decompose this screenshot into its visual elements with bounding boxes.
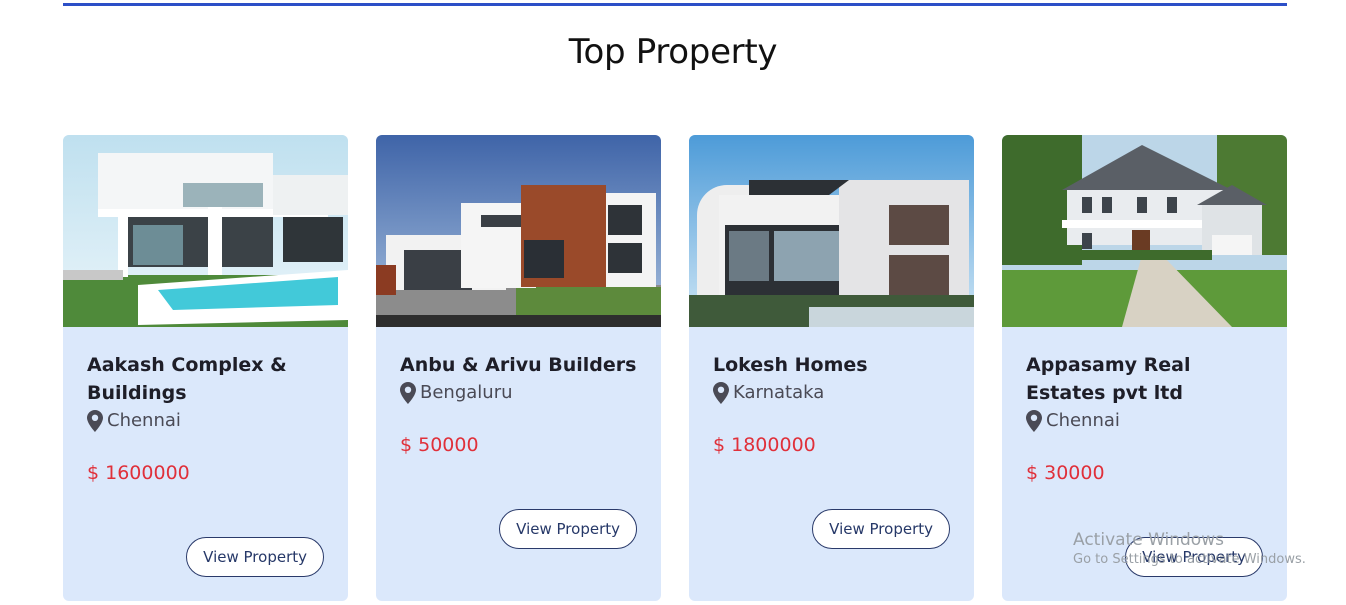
property-price: $ 1600000 xyxy=(87,462,190,484)
view-property-button[interactable]: View Property xyxy=(1125,537,1263,577)
property-location: Bengaluru xyxy=(400,379,637,407)
property-name: Lokesh Homes xyxy=(713,354,868,376)
property-card: Lokesh Homes Karnataka $ 1800000 View Pr… xyxy=(689,135,974,601)
map-pin-icon xyxy=(400,382,416,404)
property-location-label: Bengaluru xyxy=(420,382,513,403)
property-location-label: Karnataka xyxy=(733,382,825,403)
view-property-button[interactable]: View Property xyxy=(812,509,950,549)
map-pin-icon xyxy=(713,382,729,404)
property-price: $ 1800000 xyxy=(713,434,816,456)
property-photo xyxy=(689,135,974,327)
top-accent-rule xyxy=(63,3,1287,6)
section-title: Top Property xyxy=(568,32,778,72)
property-price: $ 30000 xyxy=(1026,462,1105,484)
property-card: Anbu & Arivu Builders Bengaluru $ 50000 … xyxy=(376,135,661,601)
property-location: Chennai xyxy=(1026,407,1263,435)
property-name: Anbu & Arivu Builders xyxy=(400,354,637,376)
property-name: Appasamy Real Estates pvt ltd xyxy=(1026,354,1191,404)
property-location: Karnataka xyxy=(713,379,950,407)
map-pin-icon xyxy=(1026,410,1042,432)
view-property-button[interactable]: View Property xyxy=(499,509,637,549)
property-location-label: Chennai xyxy=(107,410,181,431)
property-name: Aakash Complex & Buildings xyxy=(87,354,287,404)
property-price: $ 50000 xyxy=(400,434,479,456)
view-property-button[interactable]: View Property xyxy=(186,537,324,577)
property-card: Aakash Complex & Buildings Chennai $ 160… xyxy=(63,135,348,601)
map-pin-icon xyxy=(87,410,103,432)
property-card: Appasamy Real Estates pvt ltd Chennai $ … xyxy=(1002,135,1287,601)
property-location-label: Chennai xyxy=(1046,410,1120,431)
property-photo xyxy=(376,135,661,327)
property-location: Chennai xyxy=(87,407,324,435)
property-photo xyxy=(63,135,348,327)
property-photo xyxy=(1002,135,1287,327)
property-cards: Aakash Complex & Buildings Chennai $ 160… xyxy=(63,135,1287,601)
